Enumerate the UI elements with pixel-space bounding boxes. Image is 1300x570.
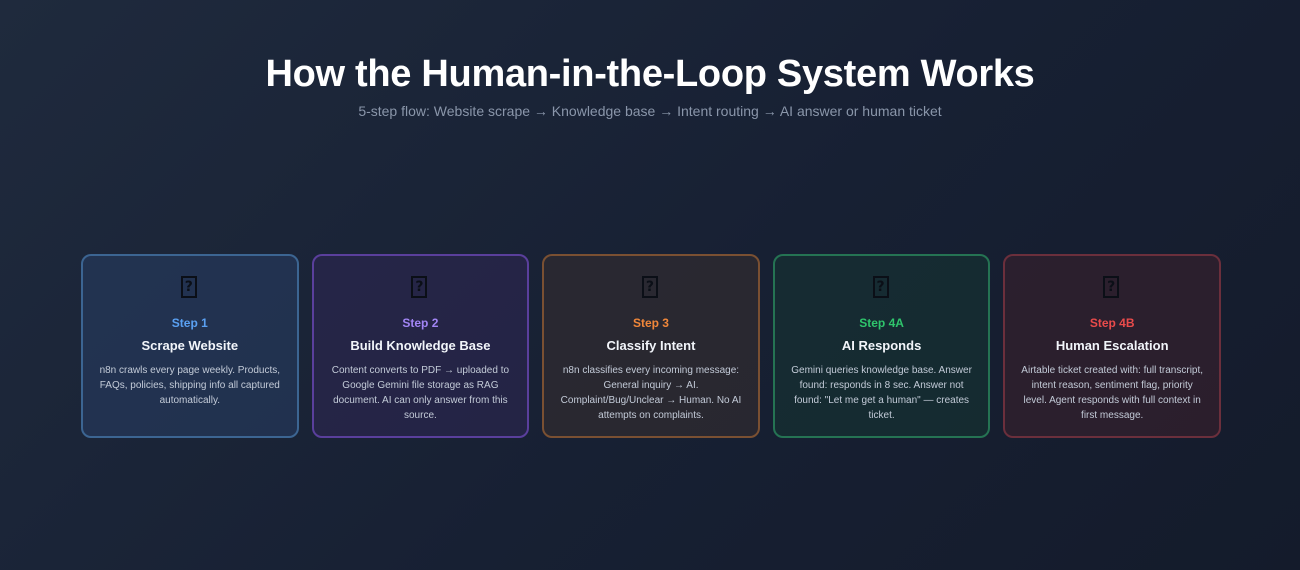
step-description: Airtable ticket created with: full trans…	[1021, 365, 1204, 421]
step-title: Build Knowledge Base	[350, 338, 491, 353]
step-description: Gemini queries knowledge base. Answer fo…	[791, 365, 972, 421]
step-label: Step 4A	[859, 316, 904, 330]
step-label: Step 2	[402, 316, 439, 330]
step-card-3: ? Step 3 Classify Intent n8n classifies …	[542, 254, 760, 438]
step-description: n8n crawls every page weekly. Products, …	[99, 365, 281, 406]
header: How the Human-in-the-Loop System Works 5…	[0, 52, 1300, 120]
missing-glyph-icon: ?	[407, 276, 433, 302]
step-card-2: ? Step 2 Build Knowledge Base Content co…	[311, 254, 530, 438]
step-title: Scrape Website	[141, 338, 239, 353]
missing-glyph-icon: ?	[869, 276, 895, 302]
step-title: Classify Intent	[606, 338, 696, 353]
step-description: n8n classifies every incoming message: G…	[560, 365, 742, 421]
step-label: Step 1	[171, 316, 208, 330]
missing-glyph-icon: ?	[638, 276, 664, 302]
step-label: Step 4B	[1089, 316, 1135, 330]
steps-row: ? Step 1 Scrape Website n8n crawls every…	[81, 254, 1221, 438]
step-label: Step 3	[632, 316, 669, 330]
page-title: How the Human-in-the-Loop System Works	[265, 53, 1035, 95]
step-title: Human Escalation	[1055, 338, 1169, 353]
page-subtitle: 5-step flow: Website scrape → Knowledge …	[358, 103, 942, 119]
step-card-1: ? Step 1 Scrape Website n8n crawls every…	[81, 254, 299, 438]
step-card-4b: ? Step 4B Human Escalation Airtable tick…	[1003, 254, 1221, 438]
step-title: AI Responds	[841, 338, 922, 353]
missing-glyph-icon: ?	[177, 276, 203, 302]
missing-glyph-icon: ?	[1099, 276, 1125, 302]
step-card-4a: ? Step 4A AI Responds Gemini queries kno…	[772, 254, 991, 438]
step-description: Content converts to PDF → uploaded to Go…	[331, 365, 510, 421]
